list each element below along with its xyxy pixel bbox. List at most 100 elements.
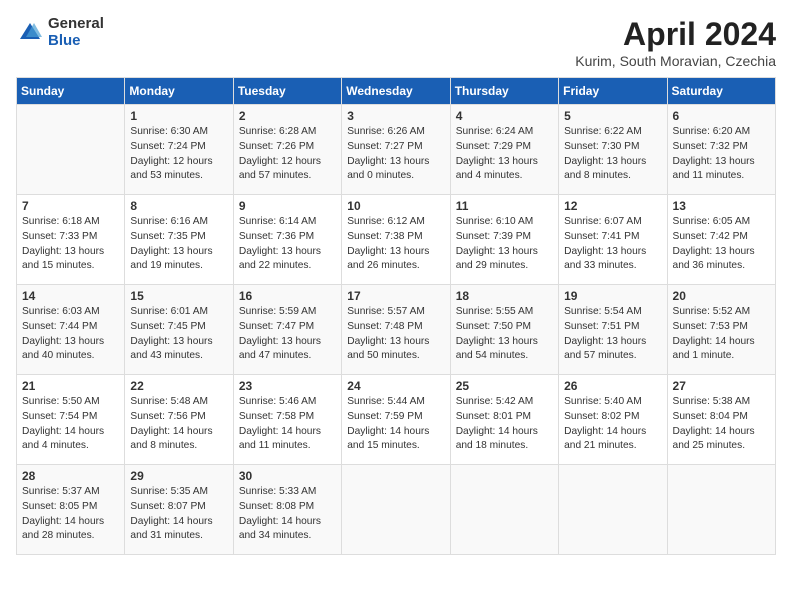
calendar-cell: 6 Sunrise: 6:20 AM Sunset: 7:32 PM Daylig… [667, 105, 775, 195]
day-number: 10 [347, 199, 444, 213]
calendar-cell: 16 Sunrise: 5:59 AM Sunset: 7:47 PM Dayli… [233, 285, 341, 375]
cell-info: Sunrise: 5:50 AM Sunset: 7:54 PM Dayligh… [22, 395, 119, 454]
day-number: 21 [22, 379, 119, 393]
calendar-row: 7Sunrise: 6:18 AM Sunset: 7:33 PM Daylig… [17, 195, 776, 285]
cell-info: Sunrise: 5:52 AM Sunset: 7:53 PM Dayligh… [673, 305, 770, 364]
calendar-cell: 2 Sunrise: 6:28 AM Sunset: 7:26 PM Daylig… [233, 105, 341, 195]
day-number: 12 [564, 199, 661, 213]
header-cell-friday: Friday [559, 78, 667, 105]
cell-info: Sunrise: 6:20 AM Sunset: 7:32 PM Dayligh… [673, 125, 770, 184]
calendar-cell: 28Sunrise: 5:37 AM Sunset: 8:05 PM Dayli… [17, 465, 125, 555]
calendar-cell: 11Sunrise: 6:10 AM Sunset: 7:39 PM Dayli… [450, 195, 558, 285]
day-number: 19 [564, 289, 661, 303]
cell-info: Sunrise: 6:05 AM Sunset: 7:42 PM Dayligh… [673, 215, 770, 274]
day-number: 1 [130, 109, 227, 123]
calendar-cell: 19 Sunrise: 5:54 AM Sunset: 7:51 PM Dayli… [559, 285, 667, 375]
day-number: 20 [673, 289, 770, 303]
day-number: 6 [673, 109, 770, 123]
calendar-cell: 30 Sunrise: 5:33 AM Sunset: 8:08 PM Dayli… [233, 465, 341, 555]
calendar-cell: 12 Sunrise: 6:07 AM Sunset: 7:41 PM Dayli… [559, 195, 667, 285]
day-number: 23 [239, 379, 336, 393]
day-number: 4 [456, 109, 553, 123]
cell-info: Sunrise: 5:55 AM Sunset: 7:50 PM Dayligh… [456, 305, 553, 364]
day-number: 13 [673, 199, 770, 213]
calendar-cell [342, 465, 450, 555]
calendar-cell: 29Sunrise: 5:35 AM Sunset: 8:07 PM Dayli… [125, 465, 233, 555]
calendar-cell: 17 Sunrise: 5:57 AM Sunset: 7:48 PM Dayli… [342, 285, 450, 375]
calendar-cell: 10 Sunrise: 6:12 AM Sunset: 7:38 PM Dayli… [342, 195, 450, 285]
day-number: 24 [347, 379, 444, 393]
cell-info: Sunrise: 6:24 AM Sunset: 7:29 PM Dayligh… [456, 125, 553, 184]
calendar-header-row: SundayMondayTuesdayWednesdayThursdayFrid… [17, 78, 776, 105]
calendar-cell: 7Sunrise: 6:18 AM Sunset: 7:33 PM Daylig… [17, 195, 125, 285]
calendar-cell: 24 Sunrise: 5:44 AM Sunset: 7:59 PM Dayli… [342, 375, 450, 465]
cell-info: Sunrise: 6:12 AM Sunset: 7:38 PM Dayligh… [347, 215, 444, 274]
cell-info: Sunrise: 6:01 AM Sunset: 7:45 PM Dayligh… [130, 305, 227, 364]
calendar-cell [17, 105, 125, 195]
cell-info: Sunrise: 5:59 AM Sunset: 7:47 PM Dayligh… [239, 305, 336, 364]
cell-info: Sunrise: 6:30 AM Sunset: 7:24 PM Dayligh… [130, 125, 227, 184]
month-title: April 2024 [575, 16, 776, 53]
cell-info: Sunrise: 5:33 AM Sunset: 8:08 PM Dayligh… [239, 485, 336, 544]
day-number: 25 [456, 379, 553, 393]
day-number: 26 [564, 379, 661, 393]
cell-info: Sunrise: 6:16 AM Sunset: 7:35 PM Dayligh… [130, 215, 227, 274]
calendar-cell: 21 Sunrise: 5:50 AM Sunset: 7:54 PM Dayli… [17, 375, 125, 465]
header-cell-sunday: Sunday [17, 78, 125, 105]
calendar-cell: 18 Sunrise: 5:55 AM Sunset: 7:50 PM Dayli… [450, 285, 558, 375]
cell-info: Sunrise: 6:03 AM Sunset: 7:44 PM Dayligh… [22, 305, 119, 364]
cell-info: Sunrise: 6:07 AM Sunset: 7:41 PM Dayligh… [564, 215, 661, 274]
calendar-cell: 23 Sunrise: 5:46 AM Sunset: 7:58 PM Dayli… [233, 375, 341, 465]
calendar-cell: 22Sunrise: 5:48 AM Sunset: 7:56 PM Dayli… [125, 375, 233, 465]
title-block: April 2024 Kurim, South Moravian, Czechi… [575, 16, 776, 69]
calendar-cell: 4 Sunrise: 6:24 AM Sunset: 7:29 PM Daylig… [450, 105, 558, 195]
calendar-cell [559, 465, 667, 555]
header-cell-saturday: Saturday [667, 78, 775, 105]
header-cell-thursday: Thursday [450, 78, 558, 105]
cell-info: Sunrise: 5:38 AM Sunset: 8:04 PM Dayligh… [673, 395, 770, 454]
calendar-cell [667, 465, 775, 555]
day-number: 5 [564, 109, 661, 123]
day-number: 29 [130, 469, 227, 483]
calendar-cell: 8Sunrise: 6:16 AM Sunset: 7:35 PM Daylig… [125, 195, 233, 285]
cell-info: Sunrise: 5:46 AM Sunset: 7:58 PM Dayligh… [239, 395, 336, 454]
calendar-cell: 26 Sunrise: 5:40 AM Sunset: 8:02 PM Dayli… [559, 375, 667, 465]
logo-general: General [48, 16, 104, 33]
header-cell-monday: Monday [125, 78, 233, 105]
cell-info: Sunrise: 5:54 AM Sunset: 7:51 PM Dayligh… [564, 305, 661, 364]
calendar-row: 21 Sunrise: 5:50 AM Sunset: 7:54 PM Dayli… [17, 375, 776, 465]
cell-info: Sunrise: 6:28 AM Sunset: 7:26 PM Dayligh… [239, 125, 336, 184]
calendar-cell [450, 465, 558, 555]
logo-text: General Blue [48, 16, 104, 49]
calendar-row: 28Sunrise: 5:37 AM Sunset: 8:05 PM Dayli… [17, 465, 776, 555]
cell-info: Sunrise: 6:22 AM Sunset: 7:30 PM Dayligh… [564, 125, 661, 184]
cell-info: Sunrise: 6:18 AM Sunset: 7:33 PM Dayligh… [22, 215, 119, 274]
calendar-body: 1 Sunrise: 6:30 AM Sunset: 7:24 PM Daylig… [17, 105, 776, 555]
calendar-cell: 15 Sunrise: 6:01 AM Sunset: 7:45 PM Dayli… [125, 285, 233, 375]
day-number: 27 [673, 379, 770, 393]
calendar-cell: 1 Sunrise: 6:30 AM Sunset: 7:24 PM Daylig… [125, 105, 233, 195]
calendar-cell: 9Sunrise: 6:14 AM Sunset: 7:36 PM Daylig… [233, 195, 341, 285]
calendar-cell: 5 Sunrise: 6:22 AM Sunset: 7:30 PM Daylig… [559, 105, 667, 195]
header-cell-wednesday: Wednesday [342, 78, 450, 105]
day-number: 3 [347, 109, 444, 123]
logo: General Blue [16, 16, 104, 49]
cell-info: Sunrise: 5:40 AM Sunset: 8:02 PM Dayligh… [564, 395, 661, 454]
cell-info: Sunrise: 5:44 AM Sunset: 7:59 PM Dayligh… [347, 395, 444, 454]
day-number: 11 [456, 199, 553, 213]
day-number: 30 [239, 469, 336, 483]
calendar-row: 14 Sunrise: 6:03 AM Sunset: 7:44 PM Dayli… [17, 285, 776, 375]
cell-info: Sunrise: 5:48 AM Sunset: 7:56 PM Dayligh… [130, 395, 227, 454]
day-number: 15 [130, 289, 227, 303]
day-number: 16 [239, 289, 336, 303]
cell-info: Sunrise: 5:57 AM Sunset: 7:48 PM Dayligh… [347, 305, 444, 364]
day-number: 2 [239, 109, 336, 123]
day-number: 18 [456, 289, 553, 303]
day-number: 17 [347, 289, 444, 303]
cell-info: Sunrise: 6:14 AM Sunset: 7:36 PM Dayligh… [239, 215, 336, 274]
logo-blue: Blue [48, 33, 104, 50]
calendar-cell: 27 Sunrise: 5:38 AM Sunset: 8:04 PM Dayli… [667, 375, 775, 465]
header-cell-tuesday: Tuesday [233, 78, 341, 105]
day-number: 14 [22, 289, 119, 303]
cell-info: Sunrise: 5:37 AM Sunset: 8:05 PM Dayligh… [22, 485, 119, 544]
